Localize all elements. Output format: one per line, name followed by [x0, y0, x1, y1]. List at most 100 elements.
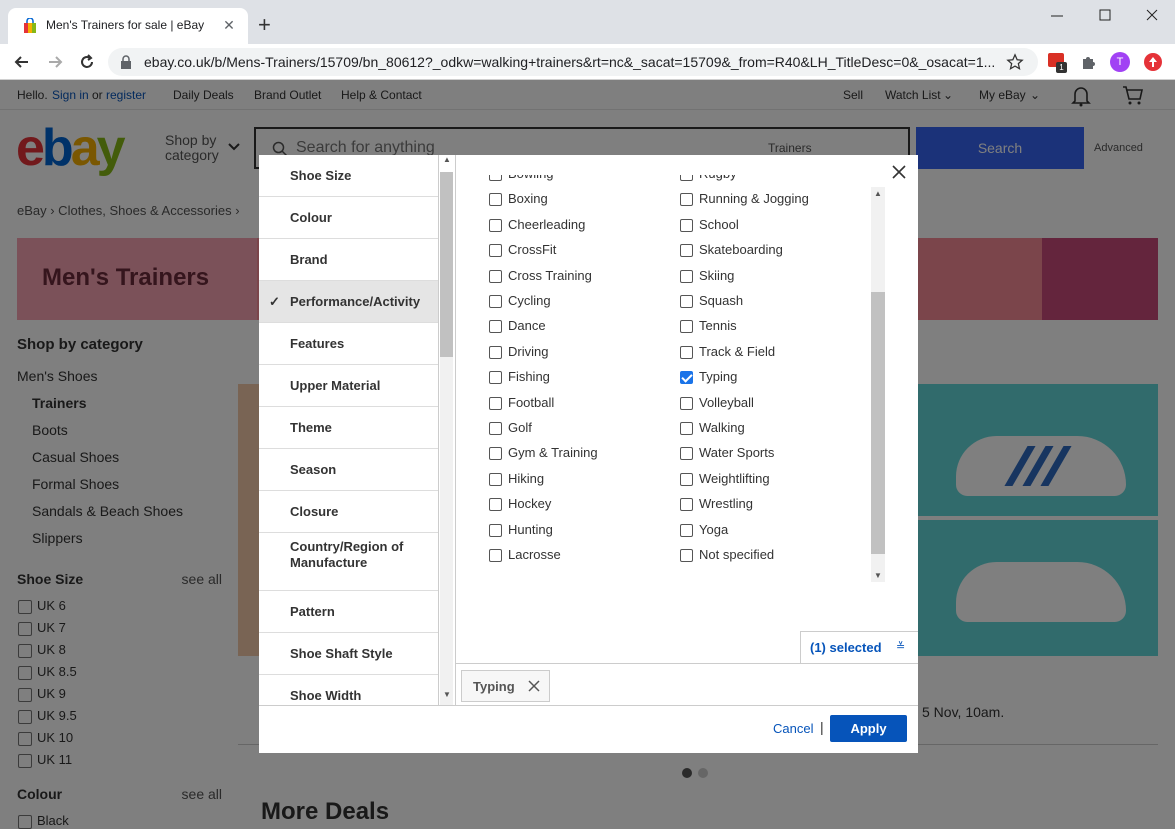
checkbox[interactable] [489, 219, 502, 232]
separator: | [820, 719, 824, 735]
category-scrollbar-thumb[interactable] [440, 172, 453, 357]
filter-category-upper-material[interactable]: Upper Material [259, 365, 438, 407]
option-label: Hunting [508, 522, 553, 537]
option-label: Cross Training [508, 268, 592, 283]
filter-category-label: Pattern [290, 604, 335, 619]
browser-tab[interactable]: Men's Trainers for sale | eBay ✕ [8, 8, 248, 44]
filter-category-features[interactable]: Features [259, 323, 438, 365]
tab-title: Men's Trainers for sale | eBay [46, 18, 205, 32]
checkbox[interactable] [680, 219, 693, 232]
profile-avatar[interactable]: T [1110, 52, 1130, 72]
checkbox[interactable] [489, 371, 502, 384]
filter-category-performance-activity[interactable]: ✓ Performance/Activity [259, 281, 438, 323]
checkbox[interactable] [489, 193, 502, 206]
filter-category-shoe-width[interactable]: Shoe Width [259, 675, 438, 705]
chip-label: Typing [473, 679, 515, 694]
remove-chip-icon[interactable] [528, 680, 540, 692]
filter-category-label: Closure [290, 504, 339, 519]
window-close-icon[interactable] [1140, 6, 1164, 26]
adblock-icon[interactable] [1143, 52, 1163, 72]
checkbox[interactable] [489, 397, 502, 410]
url-text[interactable]: ebay.co.uk/b/Mens-Trainers/15709/bn_8061… [144, 54, 994, 70]
close-icon[interactable] [890, 163, 908, 181]
address-bar[interactable]: ebay.co.uk/b/Mens-Trainers/15709/bn_8061… [108, 48, 1038, 76]
filter-category-label: Upper Material [290, 378, 381, 393]
selected-chip[interactable]: Typing [461, 670, 550, 702]
forward-arrow-icon[interactable] [45, 52, 65, 72]
checkbox[interactable] [680, 371, 693, 384]
checkbox[interactable] [489, 524, 502, 537]
checkbox[interactable] [489, 549, 502, 562]
option-label: Volleyball [699, 395, 754, 410]
checkbox[interactable] [680, 524, 693, 537]
new-tab-button[interactable]: + [258, 14, 271, 36]
extension-icon[interactable]: 1 [1048, 52, 1068, 73]
checkbox[interactable] [680, 498, 693, 511]
option-label: School [699, 217, 739, 232]
cancel-button[interactable]: Cancel [773, 721, 813, 736]
checkbox[interactable] [680, 193, 693, 206]
option-label: Cycling [508, 293, 551, 308]
checkbox[interactable] [680, 549, 693, 562]
option-label: CrossFit [508, 242, 557, 257]
filter-category-colour[interactable]: Colour [259, 197, 438, 239]
filter-category-closure[interactable]: Closure [259, 491, 438, 533]
tab-close-icon[interactable]: ✕ [220, 16, 238, 34]
option-label: Walking [699, 420, 745, 435]
filter-category-season[interactable]: Season [259, 449, 438, 491]
reload-icon[interactable] [77, 52, 97, 72]
option-label: Football [508, 395, 555, 410]
checkbox[interactable] [489, 422, 502, 435]
puzzle-extensions-icon[interactable] [1079, 52, 1099, 72]
scroll-down-icon[interactable]: ▼ [443, 690, 451, 699]
option-label: Not specified [699, 547, 775, 562]
filter-category-theme[interactable]: Theme [259, 407, 438, 449]
filter-category-shoe-size[interactable]: Shoe Size [259, 155, 438, 197]
filter-category-pattern[interactable]: Pattern [259, 591, 438, 633]
checkbox[interactable] [680, 473, 693, 486]
scroll-up-icon[interactable]: ▲ [874, 189, 882, 198]
checkbox[interactable] [680, 320, 693, 333]
scroll-down-icon[interactable]: ▼ [874, 571, 882, 580]
checkbox[interactable] [489, 346, 502, 359]
checkbox[interactable] [680, 422, 693, 435]
back-arrow-icon[interactable] [12, 52, 32, 72]
scroll-up-icon[interactable]: ▲ [443, 155, 451, 164]
minimize-icon[interactable] [1045, 6, 1069, 26]
selected-chips: Typing [456, 663, 918, 705]
apply-button[interactable]: Apply [830, 715, 907, 742]
checkbox[interactable] [680, 270, 693, 283]
option-label: Cheerleading [508, 217, 586, 232]
checkbox[interactable] [680, 175, 693, 181]
browser-toolbar: ebay.co.uk/b/Mens-Trainers/15709/bn_8061… [0, 44, 1175, 80]
checkbox[interactable] [489, 498, 502, 511]
checkbox[interactable] [489, 270, 502, 283]
filter-category-brand[interactable]: Brand [259, 239, 438, 281]
option-label: Water Sports [699, 445, 775, 460]
selected-count-toggle[interactable]: (1) selected ≚ [800, 631, 918, 663]
checkbox[interactable] [680, 447, 693, 460]
bookmark-star-icon[interactable] [1006, 53, 1024, 71]
checkbox[interactable] [489, 295, 502, 308]
options-scrollbar-thumb[interactable] [871, 292, 885, 554]
maximize-icon[interactable] [1093, 6, 1117, 26]
option-label: Yoga [699, 522, 729, 537]
option-label: Track & Field [699, 344, 776, 359]
checkbox[interactable] [680, 397, 693, 410]
option-label: Squash [699, 293, 744, 308]
checkbox[interactable] [489, 447, 502, 460]
filter-category-shoe-shaft-style[interactable]: Shoe Shaft Style [259, 633, 438, 675]
filter-category-country-region-of-manufacture[interactable]: Country/Region of Manufacture [259, 533, 438, 591]
checkbox[interactable] [489, 473, 502, 486]
option-label: Skiing [699, 268, 735, 283]
extension-badge: 1 [1056, 62, 1067, 73]
checkbox[interactable] [489, 175, 502, 181]
filter-category-label: Shoe Shaft Style [290, 646, 393, 661]
checkbox[interactable] [489, 244, 502, 257]
checkbox[interactable] [680, 244, 693, 257]
checkbox[interactable] [489, 320, 502, 333]
checkbox[interactable] [680, 346, 693, 359]
option-label: Golf [508, 420, 532, 435]
option-label: Tennis [699, 318, 737, 333]
checkbox[interactable] [680, 295, 693, 308]
